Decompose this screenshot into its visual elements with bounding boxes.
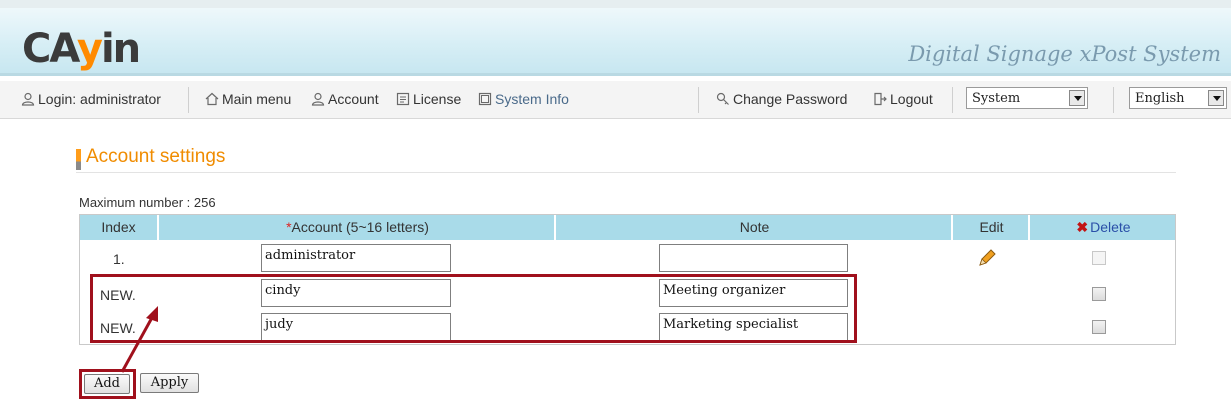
home-icon bbox=[205, 92, 219, 106]
note-input[interactable]: Meeting organizer bbox=[659, 279, 848, 307]
login-label: Login: bbox=[38, 91, 77, 107]
system-info-link[interactable]: System Info bbox=[478, 91, 569, 107]
table-header: Index *Account (5~16 letters) Note Edit … bbox=[80, 215, 1175, 240]
max-number-text: Maximum number : 256 bbox=[79, 195, 216, 210]
system-info-icon bbox=[478, 92, 492, 106]
key-icon bbox=[716, 92, 730, 106]
header-account: *Account (5~16 letters) bbox=[157, 215, 556, 240]
account-input[interactable]: judy bbox=[261, 313, 451, 341]
delete-checkbox[interactable] bbox=[1092, 251, 1106, 265]
apply-button[interactable]: Apply bbox=[140, 373, 199, 393]
note-input[interactable]: Marketing specialist bbox=[659, 313, 848, 341]
toolbar-divider bbox=[952, 87, 953, 113]
header-note: Note bbox=[554, 215, 953, 240]
toolbar-divider bbox=[698, 87, 699, 113]
product-tagline: Digital Signage xPost System bbox=[908, 42, 1221, 66]
header-index: Index bbox=[101, 219, 136, 235]
header-edit: Edit bbox=[951, 215, 1030, 240]
change-password-label: Change Password bbox=[733, 91, 848, 107]
user-icon bbox=[311, 92, 325, 106]
row-index: NEW. bbox=[100, 287, 136, 303]
main-menu-label: Main menu bbox=[222, 91, 292, 107]
toolbar-divider bbox=[188, 87, 189, 113]
page-title: Account settings bbox=[86, 146, 226, 167]
account-input[interactable]: administrator bbox=[261, 244, 451, 272]
license-link[interactable]: License bbox=[396, 91, 461, 107]
account-link[interactable]: Account bbox=[311, 91, 379, 107]
license-label: License bbox=[413, 91, 462, 107]
system-info-label: System Info bbox=[495, 91, 569, 107]
title-marker bbox=[76, 149, 81, 170]
row-index: NEW. bbox=[100, 320, 136, 336]
accounts-table: Index *Account (5~16 letters) Note Edit … bbox=[79, 214, 1176, 345]
logout-label: Logout bbox=[890, 91, 933, 107]
chevron-down-icon bbox=[1208, 90, 1224, 106]
toolbar-divider bbox=[1113, 87, 1114, 113]
login-status: Login: administrator bbox=[21, 91, 161, 107]
header-delete: ✖ Delete bbox=[1028, 215, 1177, 240]
row-index: 1. bbox=[113, 251, 125, 267]
section-header: Account settings bbox=[76, 146, 1176, 173]
header-banner: CAyin Digital Signage xPost System bbox=[0, 0, 1231, 76]
delete-x-icon: ✖ bbox=[1076, 219, 1089, 235]
pencil-icon[interactable] bbox=[976, 247, 998, 269]
language-select[interactable]: English bbox=[1129, 87, 1227, 109]
system-select[interactable]: System bbox=[966, 87, 1088, 109]
account-input[interactable]: cindy bbox=[261, 279, 451, 307]
login-username: administrator bbox=[80, 91, 161, 107]
delete-checkbox[interactable] bbox=[1092, 320, 1106, 334]
add-button[interactable]: Add bbox=[84, 374, 130, 394]
logout-link[interactable]: Logout bbox=[873, 91, 933, 107]
chevron-down-icon bbox=[1069, 90, 1085, 106]
account-label: Account bbox=[328, 91, 379, 107]
delete-checkbox[interactable] bbox=[1092, 287, 1106, 301]
cayin-logo: CAyin bbox=[22, 26, 141, 72]
user-icon bbox=[21, 92, 35, 106]
main-menu-link[interactable]: Main menu bbox=[205, 91, 291, 107]
top-toolbar: Login: administrator Main menu Account L… bbox=[0, 81, 1231, 119]
change-password-link[interactable]: Change Password bbox=[716, 91, 847, 107]
license-icon bbox=[396, 92, 410, 106]
logout-icon bbox=[873, 92, 887, 106]
note-input[interactable] bbox=[659, 244, 848, 272]
